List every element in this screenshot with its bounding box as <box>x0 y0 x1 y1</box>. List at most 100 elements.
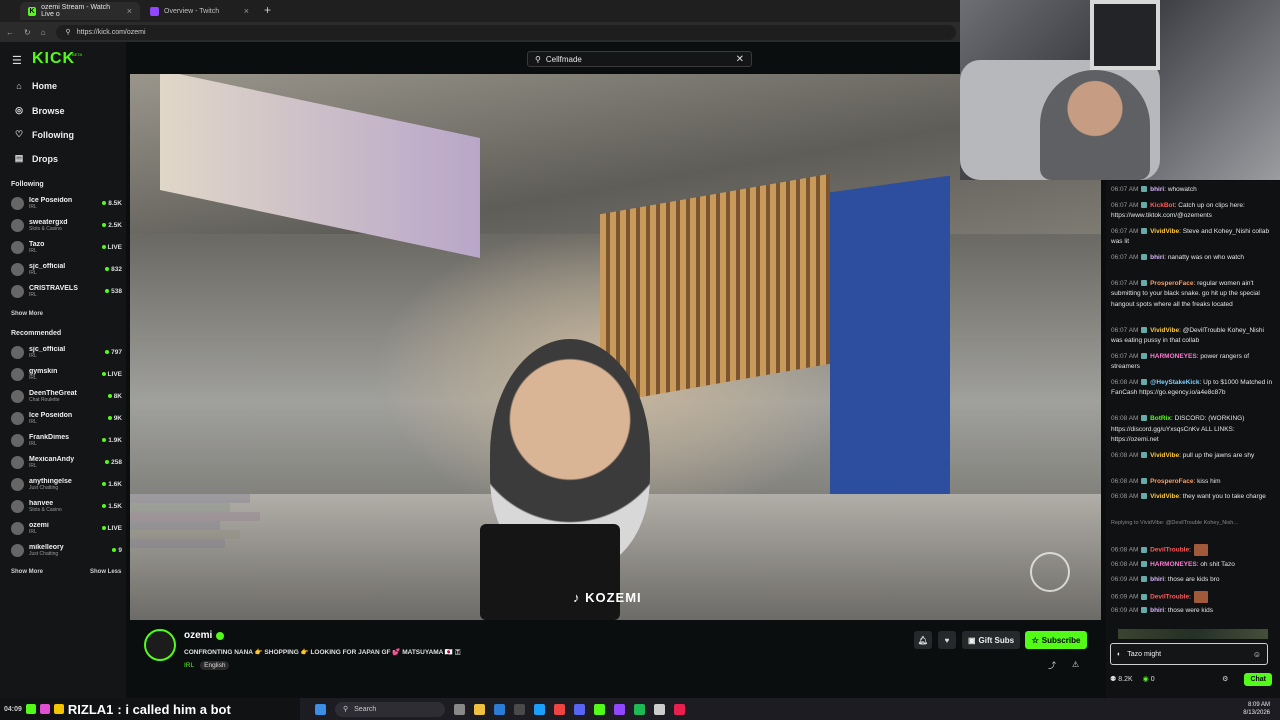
chat-message: 06:08 AM ProsperoFace: kiss him <box>1111 477 1221 485</box>
sidebar-channel[interactable]: DeenTheGreat Chat Roulette 8K <box>11 385 122 407</box>
discord-icon[interactable] <box>574 703 585 715</box>
sidebar-channel[interactable]: sweatergxd Slots & Casino 2.5K <box>11 214 122 236</box>
task-view-icon[interactable] <box>454 703 465 715</box>
viewer-count: 1.5K <box>102 503 122 510</box>
chat-message: 06:08 AM VividVibe: pull up the jawns ar… <box>1111 451 1255 459</box>
windows-taskbar: ⚲ Search 8:09 AM 8/13/2026 <box>300 698 1280 720</box>
sidebar-channel[interactable]: Tazo IRL LIVE <box>11 236 122 258</box>
viewer-count-value: 1.6K <box>108 480 122 488</box>
message-user[interactable]: VividVibe <box>1150 228 1179 235</box>
message-user[interactable]: KickBot <box>1150 202 1175 209</box>
site-info-icon[interactable]: ⚲ <box>66 28 71 36</box>
message-user[interactable]: @HeyStakeKick <box>1150 379 1199 386</box>
sidebar-channel[interactable]: FrankDimes IRL 1.9K <box>11 429 122 451</box>
store-icon[interactable] <box>514 703 525 715</box>
show-less-button[interactable]: Show Less <box>90 569 121 575</box>
report-icon[interactable]: ⚠ <box>1072 660 1079 669</box>
emoji-icon[interactable]: ☺ <box>1253 650 1261 659</box>
chat-footer: ⚉ 8.2K ◉ 0 ⚙ Chat <box>1110 671 1272 687</box>
message-text: Replying to VividVibe: @DevilTrouble Koh… <box>1111 520 1238 526</box>
file-explorer-icon[interactable] <box>474 703 485 715</box>
subscribe-button[interactable]: ☆ Subscribe <box>1025 631 1087 649</box>
message-text: they want you to take charge <box>1182 493 1266 500</box>
message-user[interactable]: VividVibe <box>1150 327 1179 334</box>
kick-app-icon[interactable] <box>594 703 605 715</box>
nav-browse[interactable]: ◎ Browse <box>14 105 64 116</box>
video-player[interactable]: ♪ KOZEMI <box>130 74 1101 620</box>
message-user[interactable]: bhiri <box>1150 254 1164 261</box>
channel-avatar[interactable] <box>144 629 176 661</box>
video-camera-rig <box>480 524 620 620</box>
sidebar-channel[interactable]: gymskin IRL LIVE <box>11 363 122 385</box>
follow-button[interactable]: ♥ <box>938 631 956 649</box>
stream-category[interactable]: IRL <box>184 662 194 669</box>
close-tab-icon[interactable]: × <box>244 6 249 16</box>
message-user[interactable]: VividVibe <box>1150 452 1179 459</box>
message-user[interactable]: DevilTrouble <box>1150 593 1189 600</box>
obs-icon[interactable] <box>654 703 665 715</box>
chat-settings-icon[interactable]: ⚙ <box>1222 675 1228 683</box>
spotify-icon[interactable] <box>634 703 645 715</box>
chat-input[interactable]: ◐ Tazo might ☺ <box>1110 643 1268 665</box>
sidebar-channel[interactable]: hanvee Slots & Casino 1.5K <box>11 495 122 517</box>
home-icon[interactable]: ⌂ <box>41 28 46 37</box>
edge-icon[interactable] <box>494 703 505 715</box>
clear-search-icon[interactable]: ✕ <box>736 54 744 65</box>
message-user[interactable]: ProsperoFace <box>1150 478 1193 485</box>
sidebar-channel[interactable]: CRISTRAVELS IRL 538 <box>11 280 122 302</box>
sidebar-channel[interactable]: mikelleory Just Chatting 9 <box>11 539 122 561</box>
message-user[interactable]: BotRix <box>1150 415 1171 422</box>
url-field[interactable]: ⚲ https://kick.com/ozemi <box>55 24 956 40</box>
menu-icon[interactable]: ☰ <box>12 54 22 67</box>
search-value: Cellfmade <box>545 54 582 64</box>
nav-drops[interactable]: ▤ Drops <box>14 153 58 164</box>
message-user[interactable]: DevilTrouble <box>1150 547 1189 554</box>
kick-logo[interactable]: KICK <box>32 50 75 68</box>
points-count[interactable]: ◉ 0 <box>1143 675 1155 683</box>
sidebar-channel[interactable]: Ice Poseidon IRL 9K <box>11 407 122 429</box>
channel-name: MexicanAndy <box>29 455 75 463</box>
start-icon[interactable] <box>315 703 326 715</box>
share-icon[interactable]: ⤴ <box>1048 660 1056 671</box>
taskbar-clock[interactable]: 8:09 AM 8/13/2026 <box>1243 701 1270 717</box>
message-text: those were kids <box>1167 607 1213 614</box>
sidebar-channel[interactable]: sjc_official IRL 797 <box>11 341 122 363</box>
language-tag[interactable]: English <box>200 661 230 670</box>
following-show-more[interactable]: Show More <box>11 311 43 317</box>
new-tab-button[interactable]: + <box>264 3 271 17</box>
sidebar-channel[interactable]: MexicanAndy IRL 258 <box>11 451 122 473</box>
message-user[interactable]: VividVibe <box>1150 493 1179 500</box>
app-icon[interactable] <box>674 703 685 715</box>
steam-icon[interactable] <box>534 703 545 715</box>
sidebar-channel[interactable]: Ice Poseidon IRL 8.5K <box>11 192 122 214</box>
search-input[interactable]: ⚲ Cellfmade ✕ <box>527 51 752 67</box>
show-more-button[interactable]: Show More <box>11 569 43 575</box>
sidebar-channel[interactable]: anythingelse Just Chatting 1.6K <box>11 473 122 495</box>
close-tab-icon[interactable]: × <box>127 6 132 16</box>
browser-tab-active[interactable]: K ozemi Stream - Watch Live o × <box>20 2 140 20</box>
channel-name: sweatergxd <box>29 218 68 226</box>
taskbar-search[interactable]: ⚲ Search <box>335 701 445 717</box>
back-icon[interactable]: ← <box>6 28 14 37</box>
message-user[interactable]: HARMONEYES <box>1150 353 1197 360</box>
nav-following[interactable]: ♡ Following <box>14 129 74 140</box>
message-user[interactable]: HARMONEYES <box>1150 561 1197 568</box>
user-badge-icon <box>1141 227 1148 234</box>
message-user[interactable]: ProsperoFace <box>1150 280 1193 287</box>
reload-icon[interactable]: ↻ <box>24 28 31 37</box>
gift-subs-button[interactable]: ▣ Gift Subs <box>962 631 1020 649</box>
message-user[interactable]: bhiri <box>1150 607 1164 614</box>
channel-name[interactable]: ozemi <box>184 630 212 641</box>
channel-info: ozemi CONFRONTING NANA 👉 SHOPPING 👉 LOOK… <box>140 627 1100 677</box>
message-user[interactable]: bhiri <box>1150 186 1164 193</box>
nav-home[interactable]: ⌂ Home <box>14 81 57 91</box>
chat-send-button[interactable]: Chat <box>1244 672 1272 686</box>
browser-tab[interactable]: Overview - Twitch × <box>142 2 257 20</box>
notifications-button[interactable]: 🔔︎ <box>914 631 932 649</box>
twitch-app-icon[interactable] <box>614 703 625 715</box>
points-value: 0 <box>1150 676 1155 683</box>
chrome-icon[interactable] <box>554 703 565 715</box>
message-user[interactable]: bhiri <box>1150 576 1164 583</box>
sidebar-channel[interactable]: ozemi IRL LIVE <box>11 517 122 539</box>
sidebar-channel[interactable]: sjc_official IRL 832 <box>11 258 122 280</box>
